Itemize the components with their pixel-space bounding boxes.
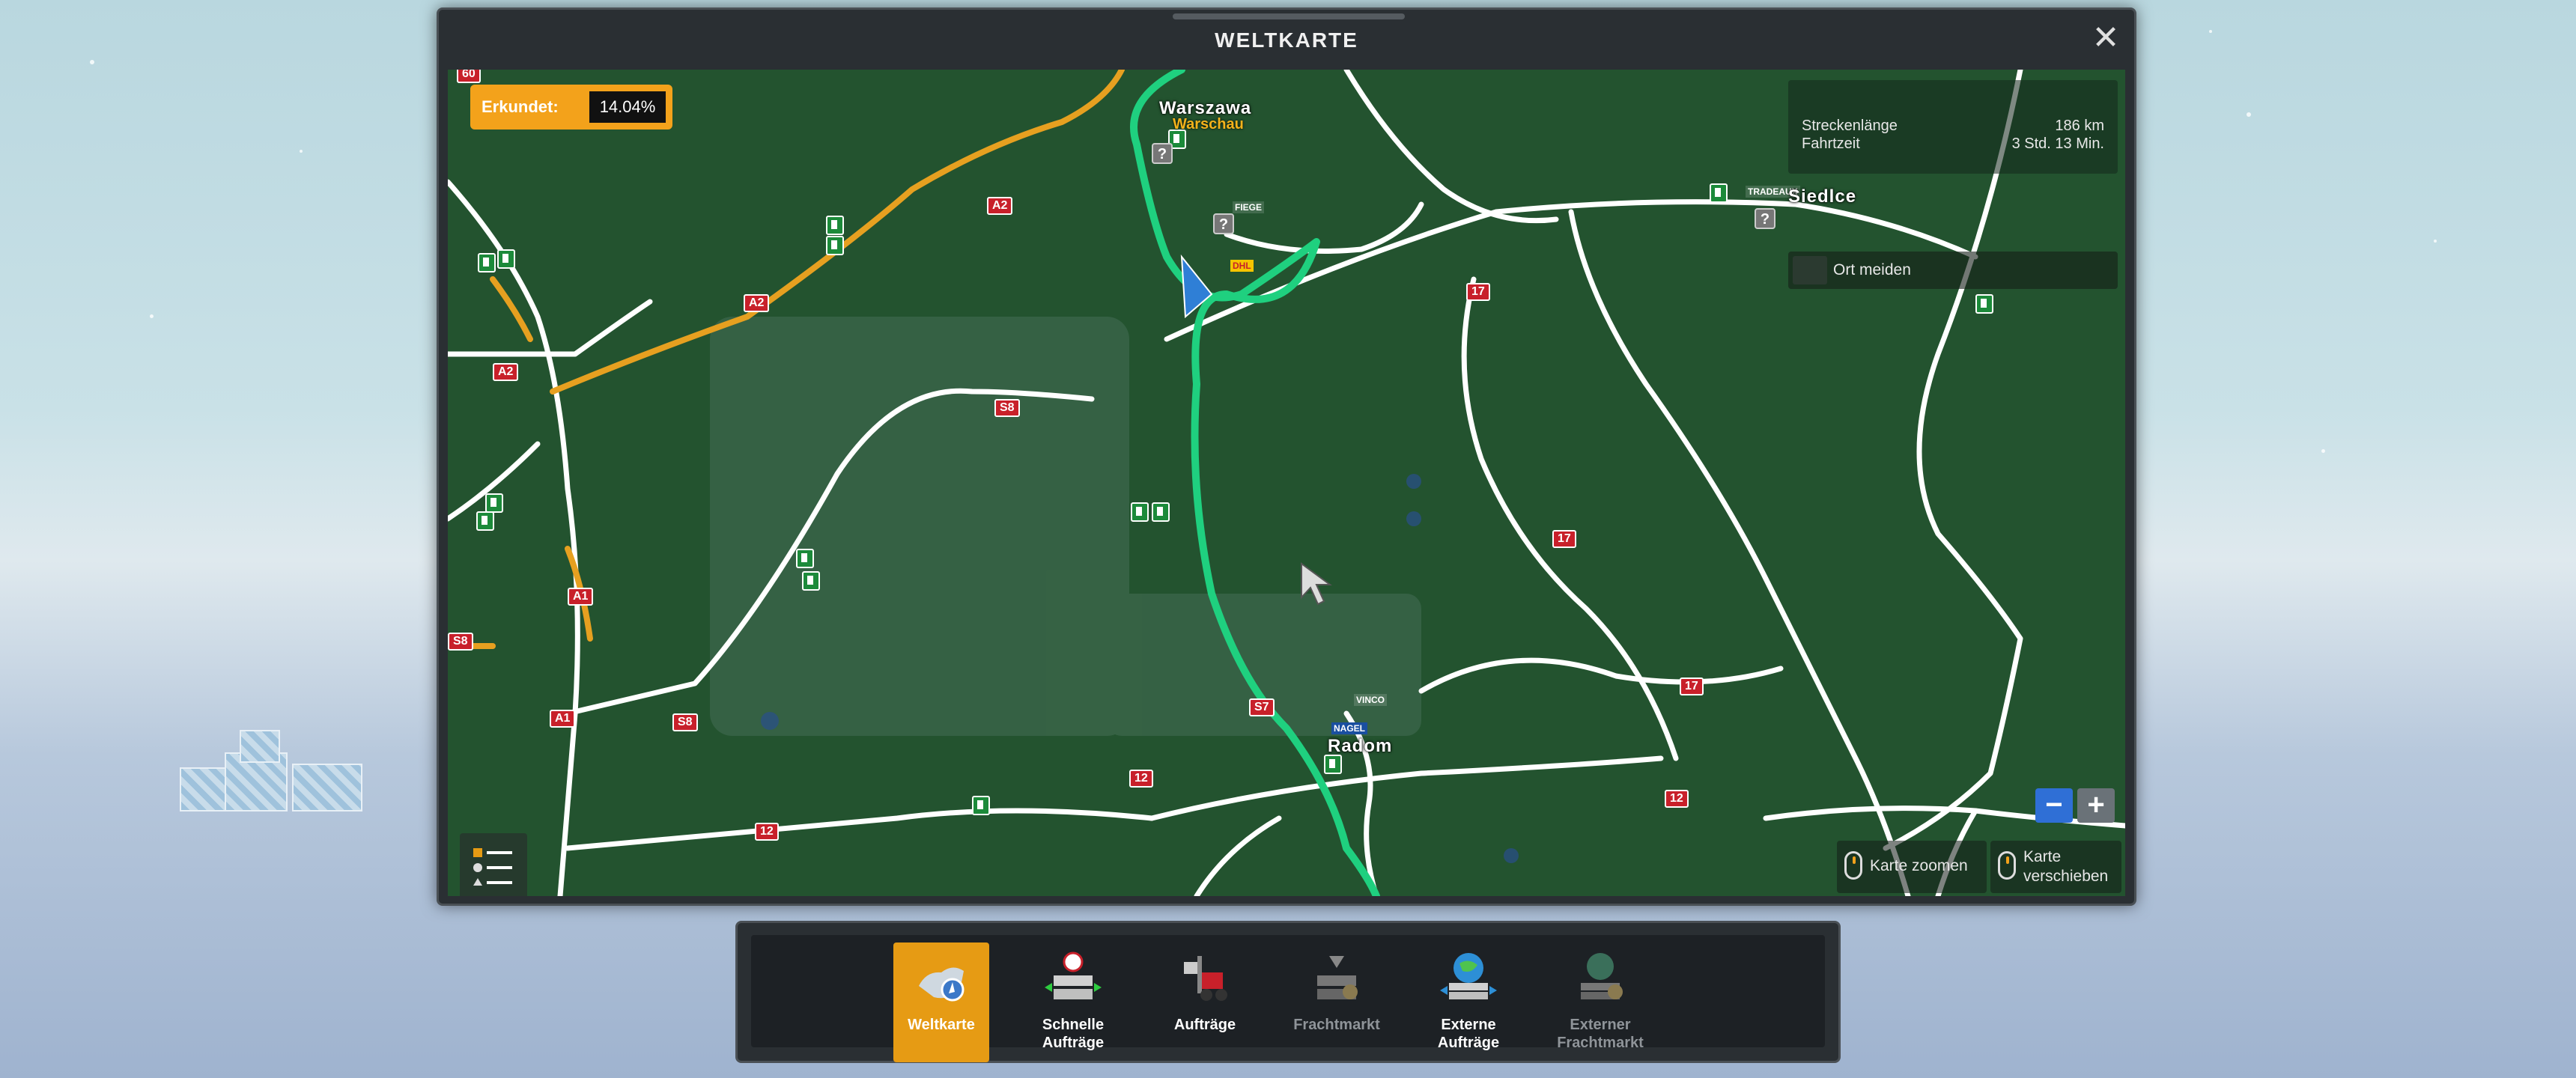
tab-jobs[interactable]: Aufträge — [1157, 943, 1253, 1062]
close-button[interactable]: ✕ — [2091, 22, 2121, 55]
tab-world-map[interactable]: Weltkarte — [893, 943, 989, 1062]
snowflake — [2321, 449, 2325, 453]
zoom-out-button[interactable]: − — [2035, 788, 2073, 823]
quick-jobs-icon — [1045, 951, 1102, 999]
window-title: WELTKARTE — [1215, 28, 1358, 52]
map-canvas[interactable]: 60 A2 A2 A2 S8 S8 S8 17 17 17 S7 A1 A1 1… — [448, 70, 2125, 896]
company-label: DHL — [1230, 260, 1254, 272]
tab-quick-jobs[interactable]: Schnelle Aufträge — [1025, 943, 1121, 1062]
route-info-panel: Streckenlänge 186 km Fahrtzeit 3 Std. 13… — [1788, 80, 2118, 174]
tab-external-jobs[interactable]: Externe Aufträge — [1421, 943, 1516, 1062]
tab-quick-jobs-label-1: Schnelle — [1042, 1017, 1105, 1033]
zoom-in-button[interactable]: + — [2077, 788, 2115, 823]
road-shield: 12 — [1665, 790, 1689, 808]
tab-external-freight-market-label-2: Frachtmarkt — [1557, 1035, 1644, 1051]
company-label: FIEGE — [1233, 201, 1265, 213]
tab-external-jobs-label-2: Aufträge — [1437, 1035, 1500, 1051]
road-shield: 12 — [755, 823, 779, 841]
snowflake — [300, 150, 303, 153]
gas-station-icon — [1131, 502, 1149, 522]
unknown-location-icon: ? — [1152, 143, 1173, 164]
road-shield: A1 — [568, 588, 594, 606]
avoid-location-button[interactable]: Ort meiden — [1788, 252, 2118, 289]
tab-freight-market-label: Frachtmarkt — [1293, 1017, 1380, 1033]
tab-quick-jobs-label-2: Aufträge — [1042, 1035, 1105, 1051]
road-shield: A1 — [550, 710, 576, 728]
snowflake — [2434, 240, 2437, 243]
mouse-drag-icon — [1998, 851, 2016, 880]
road-shield: A2 — [744, 294, 770, 312]
close-icon: ✕ — [2092, 19, 2120, 56]
mouse-wheel-icon — [1844, 851, 1862, 880]
tab-jobs-label: Aufträge — [1173, 1017, 1236, 1033]
forklift-icon — [1184, 956, 1227, 1001]
europe-map-icon — [919, 967, 965, 1002]
gas-station-icon — [476, 511, 494, 531]
road-shield: S7 — [1249, 698, 1275, 716]
road-network — [448, 70, 2125, 896]
route-length-label: Streckenlänge — [1802, 118, 1898, 134]
route-time-value: 3 Std. 13 Min. — [2011, 135, 2104, 152]
road-shield: 60 — [457, 70, 481, 83]
pan-hint-label-1: Karte — [2023, 848, 2062, 865]
gift-boxes — [180, 730, 374, 812]
bottom-toolbar: Weltkarte Schnelle Aufträge Aufträge Fra… — [735, 921, 1841, 1063]
unknown-location-icon: ? — [1213, 213, 1234, 234]
gas-station-icon — [478, 253, 496, 272]
road-shield: A2 — [987, 197, 1013, 215]
explored-value: 14.04% — [589, 91, 666, 123]
gas-station-icon — [497, 249, 515, 269]
external-jobs-icon — [1440, 953, 1497, 999]
zoom-hint: Karte zoomen — [1837, 841, 1987, 893]
legend-icon — [473, 848, 512, 886]
world-map-window: WELTKARTE ✕ 60 A2 A2 A2 S8 S8 S8 17 17 1… — [437, 7, 2136, 906]
company-label: VINCO — [1354, 694, 1388, 706]
explored-label: Erkundet: — [482, 97, 559, 116]
road-shield: 17 — [1552, 530, 1576, 548]
city-label-radom: Radom — [1328, 736, 1393, 756]
tab-external-freight-market-label-1: Externer — [1570, 1017, 1631, 1033]
snowflake — [2247, 112, 2251, 117]
gas-station-icon — [796, 549, 814, 568]
road-shield: S8 — [448, 633, 473, 651]
city-label-siedlce: Siedlce — [1788, 186, 1857, 207]
road-shield: S8 — [994, 399, 1020, 417]
gas-station-icon — [485, 493, 503, 513]
road-shield: 17 — [1680, 677, 1704, 695]
pan-hint-label-2: verschieben — [2023, 868, 2109, 885]
gas-station-icon — [1152, 502, 1170, 522]
gas-station-icon — [826, 216, 844, 235]
gas-station-icon — [802, 571, 820, 591]
tab-world-map-label: Weltkarte — [908, 1017, 975, 1033]
road-shield: A2 — [493, 363, 519, 381]
snowflake — [150, 314, 154, 318]
snowflake — [90, 60, 94, 64]
external-freight-market-icon — [1581, 953, 1623, 999]
snowflake — [2209, 30, 2212, 33]
gas-station-icon — [1710, 183, 1728, 203]
gas-station-icon — [1975, 294, 1993, 314]
road-shield: 17 — [1466, 283, 1490, 301]
zoom-hint-label: Karte zoomen — [1870, 857, 1968, 874]
gas-station-icon — [1324, 755, 1342, 774]
tab-external-freight-market[interactable]: Externer Frachtmarkt — [1552, 943, 1648, 1062]
unknown-location-icon: ? — [1755, 208, 1775, 229]
route-time-label: Fahrtzeit — [1802, 135, 1860, 152]
company-label: NAGEL — [1331, 722, 1367, 734]
city-sublabel-warschau: Warschau — [1173, 116, 1244, 133]
explored-indicator: Erkundet: 14.04% — [470, 85, 672, 130]
map-legend-button[interactable] — [460, 833, 527, 896]
avoid-icon — [1793, 256, 1827, 284]
route-length-value: 186 km — [2055, 118, 2104, 134]
gas-station-icon — [826, 236, 844, 255]
gas-station-icon — [972, 796, 990, 815]
tab-freight-market[interactable]: Frachtmarkt — [1289, 943, 1385, 1062]
road-shield: 12 — [1129, 770, 1153, 788]
pan-hint: Karte verschieben — [1990, 841, 2121, 893]
road-shield: S8 — [672, 713, 698, 731]
toolbar-inner: Weltkarte Schnelle Aufträge Aufträge Fra… — [751, 935, 1825, 1062]
tab-external-jobs-label-1: Externe — [1441, 1017, 1496, 1033]
freight-market-icon — [1317, 956, 1358, 999]
avoid-location-label: Ort meiden — [1833, 261, 1911, 278]
